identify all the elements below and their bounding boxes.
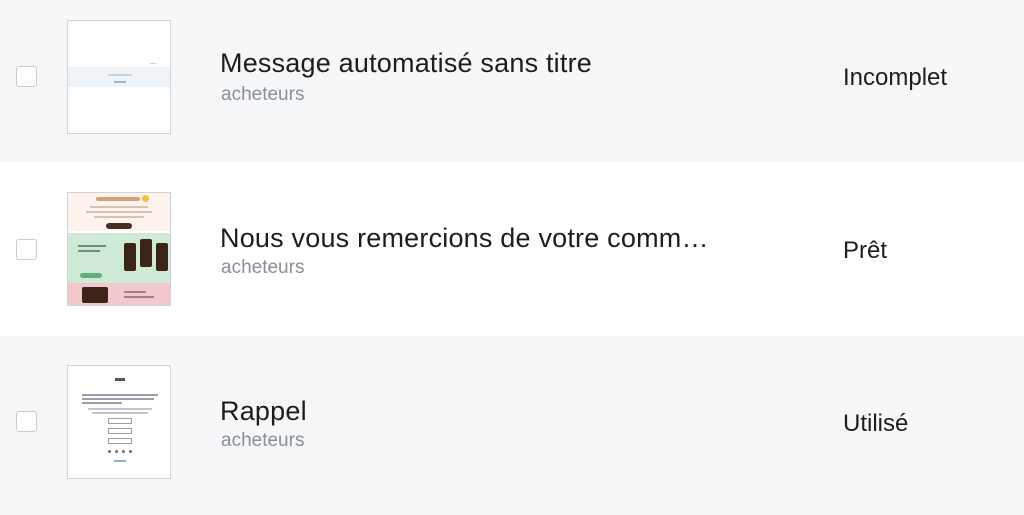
message-audience: acheteurs bbox=[221, 430, 305, 451]
message-audience: acheteurs bbox=[221, 257, 305, 278]
email-thumbnail[interactable] bbox=[67, 20, 171, 134]
status-badge: Utilisé bbox=[843, 410, 909, 437]
email-thumbnail[interactable] bbox=[67, 192, 171, 306]
email-thumbnail[interactable] bbox=[67, 365, 171, 479]
message-title[interactable]: Message automatisé sans titre bbox=[220, 48, 592, 79]
status-badge: Prêt bbox=[843, 237, 888, 264]
row-checkbox[interactable] bbox=[16, 411, 37, 432]
message-title[interactable]: Rappel bbox=[220, 396, 307, 427]
status-badge: Incomplet bbox=[843, 64, 948, 91]
list-item[interactable]: Message automatisé sans titre acheteurs … bbox=[0, 0, 1024, 162]
list-item[interactable]: Nous vous remercions de votre comm… ache… bbox=[0, 162, 1024, 336]
message-list: Message automatisé sans titre acheteurs … bbox=[0, 0, 1024, 515]
row-checkbox[interactable] bbox=[16, 66, 37, 87]
message-title[interactable]: Nous vous remercions de votre comm… bbox=[220, 223, 709, 254]
list-item[interactable]: Rappel acheteurs Utilisé bbox=[0, 336, 1024, 515]
message-audience: acheteurs bbox=[221, 84, 305, 105]
row-checkbox[interactable] bbox=[16, 239, 37, 260]
